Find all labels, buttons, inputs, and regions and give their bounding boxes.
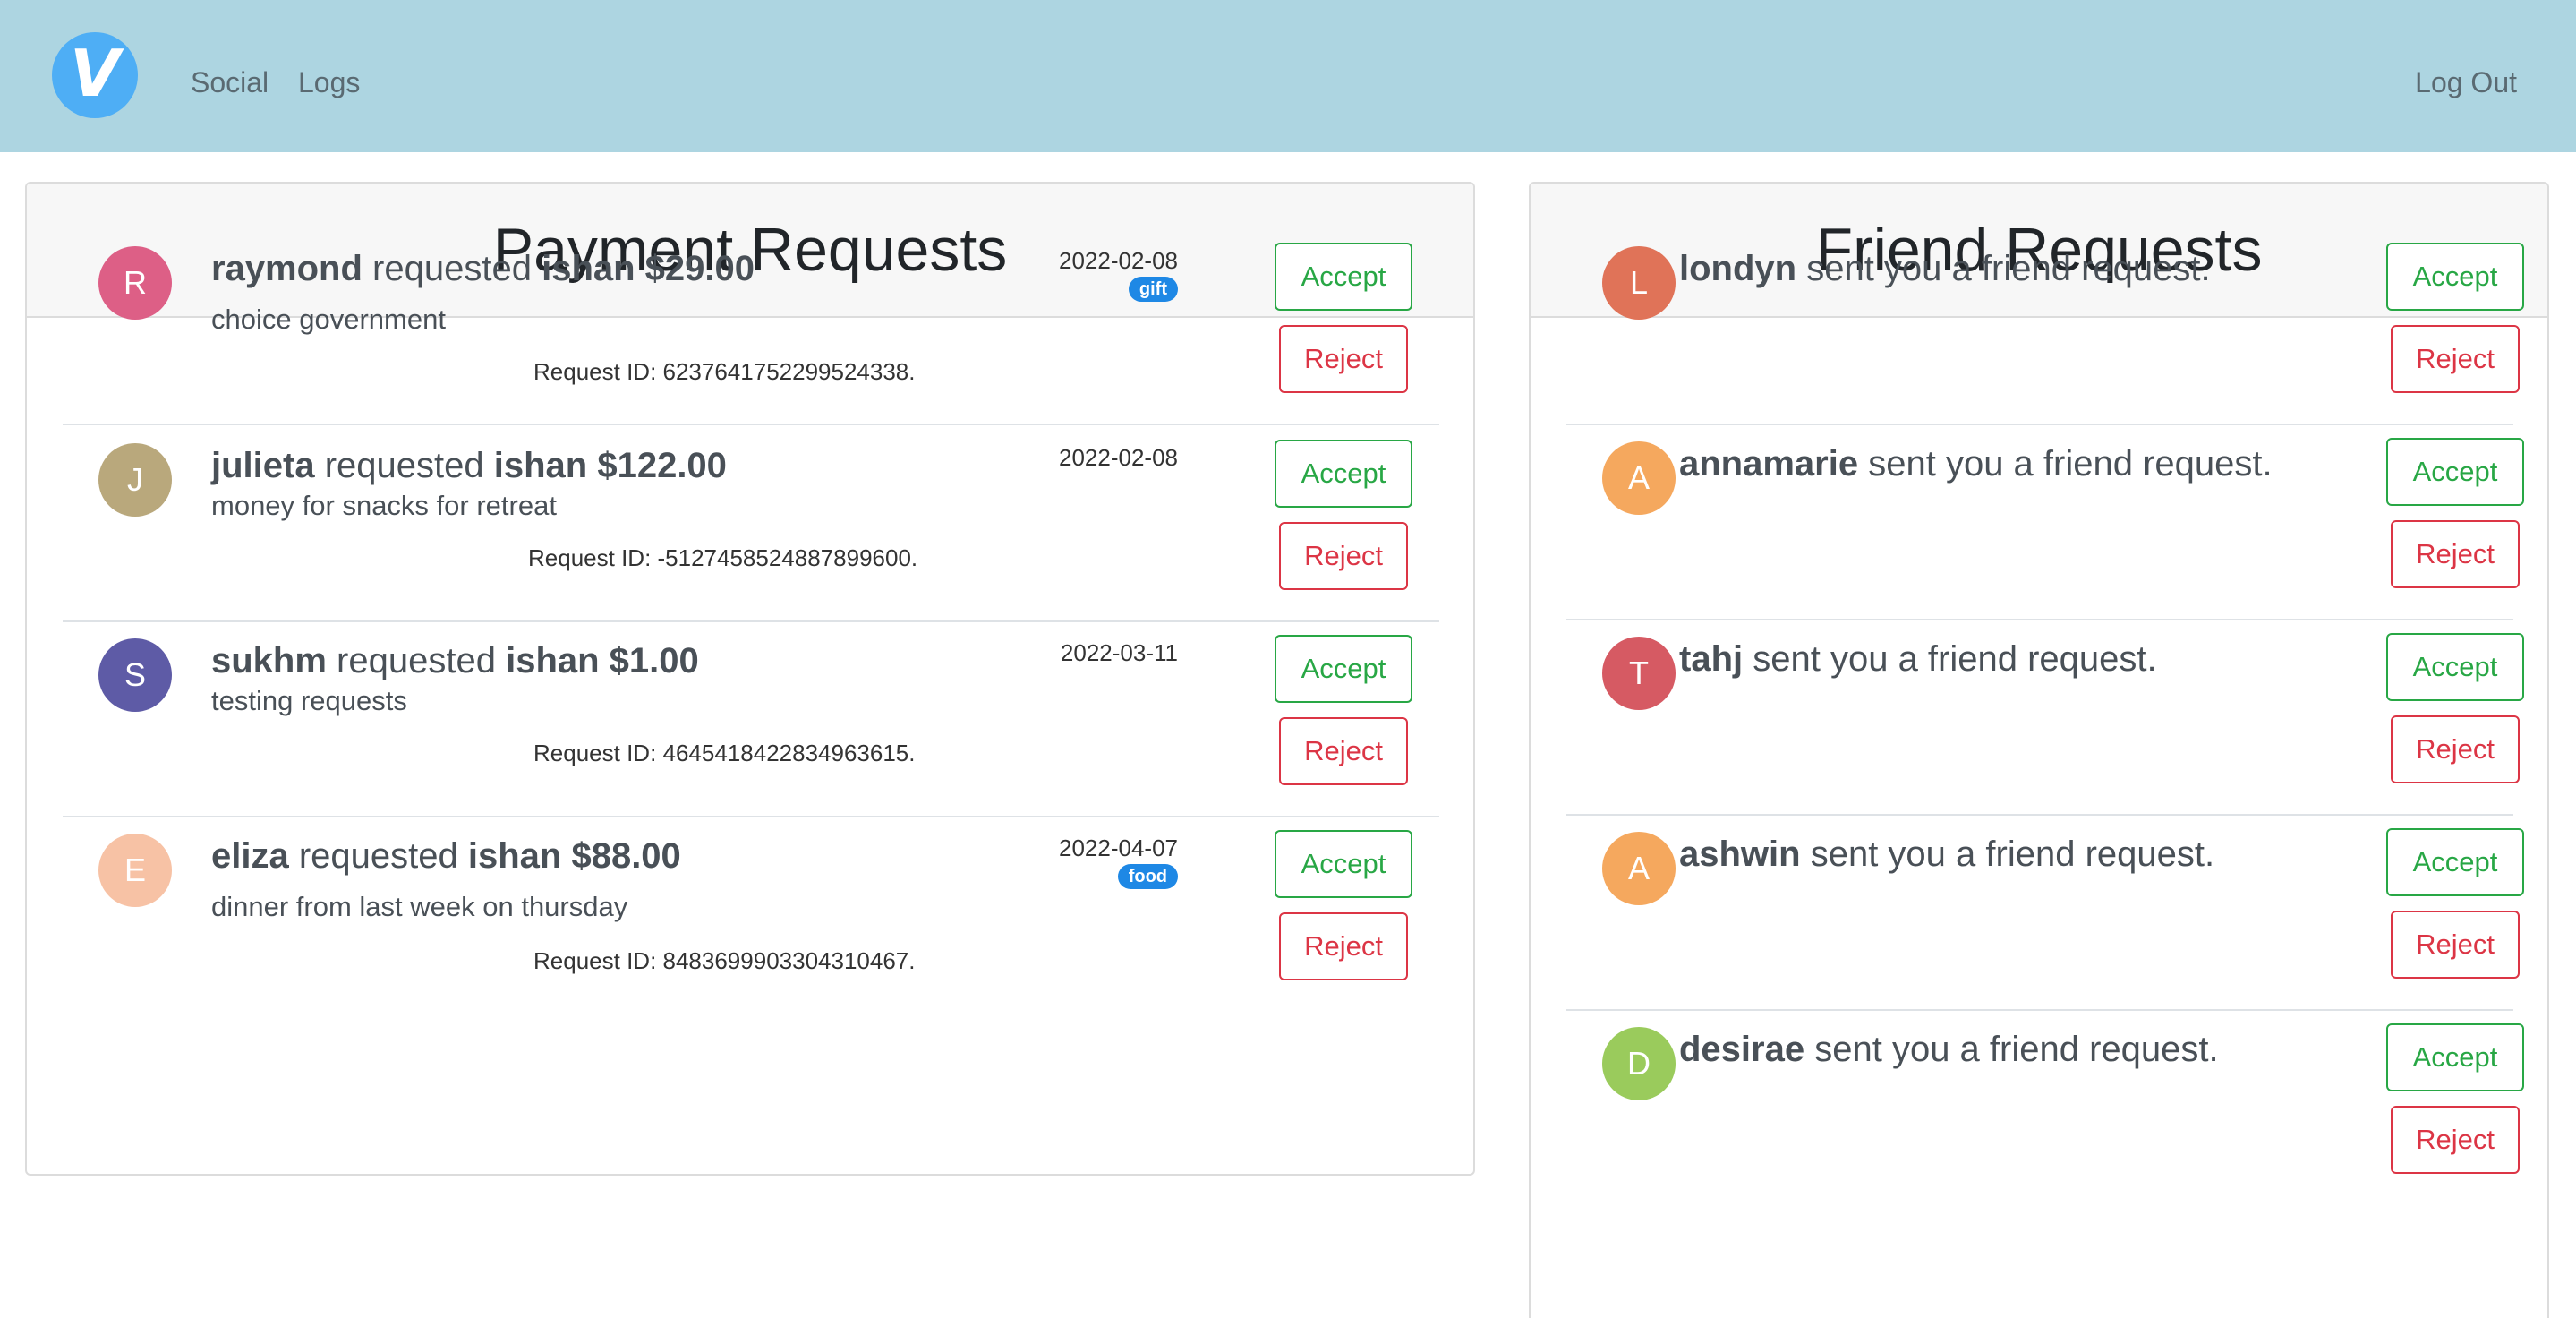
- payment-requests-card: Payment Requests Rraymond requested isha…: [25, 182, 1475, 1176]
- requester-name: eliza: [211, 836, 289, 876]
- reject-friend-button[interactable]: Reject: [2391, 1106, 2520, 1174]
- reject-payment-button[interactable]: Reject: [1279, 325, 1408, 393]
- avatar: T: [1602, 637, 1676, 710]
- payment-memo: dinner from last week on thursday: [211, 891, 628, 922]
- request-amount: $88.00: [561, 836, 681, 876]
- payment-memo: testing requests: [211, 685, 407, 716]
- accept-friend-button[interactable]: Accept: [2386, 438, 2524, 506]
- request-verb: requested: [288, 836, 468, 876]
- navbar: V Social Logs Log Out: [0, 0, 2576, 152]
- request-amount: $122.00: [587, 446, 727, 485]
- request-date: 2022-02-08: [1059, 247, 1178, 274]
- friend-request-suffix: sent you a friend request.: [1858, 444, 2273, 484]
- recipient-name: ishan: [542, 249, 635, 288]
- request-amount: $1.00: [599, 641, 699, 680]
- recipient-name: ishan: [493, 446, 588, 485]
- request-amount: $29.00: [635, 249, 755, 288]
- category-badge: food: [1117, 864, 1178, 889]
- avatar: S: [98, 638, 172, 712]
- request-id: Request ID: 4645418422834963615.: [533, 740, 916, 766]
- avatar: D: [1602, 1027, 1676, 1100]
- friend-request-row: Ttahj sent you a friend request. Accept Re…: [1566, 620, 2524, 816]
- reject-friend-button[interactable]: Reject: [2391, 911, 2520, 979]
- reject-friend-button[interactable]: Reject: [2391, 715, 2520, 783]
- friend-request-text: desirae sent you a friend request.: [1679, 1027, 2219, 1072]
- avatar: E: [98, 834, 172, 907]
- request-date: 2022-03-11: [1060, 639, 1178, 666]
- payment-request-row: Jjulieta requested ishan $122.00 money fo…: [63, 427, 1439, 622]
- payment-memo: choice government: [211, 304, 446, 335]
- accept-payment-button[interactable]: Accept: [1275, 243, 1412, 311]
- friend-request-text: annamarie sent you a friend request.: [1679, 441, 2273, 486]
- payment-headline: eliza requested ishan $88.00: [211, 834, 681, 878]
- friend-request-text: tahj sent you a friend request.: [1679, 637, 2157, 681]
- friend-request-row: Aashwin sent you a friend request. Accept…: [1566, 816, 2524, 1011]
- accept-friend-button[interactable]: Accept: [2386, 243, 2524, 311]
- reject-payment-button[interactable]: Reject: [1279, 717, 1408, 785]
- reject-friend-button[interactable]: Reject: [2391, 520, 2520, 588]
- friend-request-suffix: sent you a friend request.: [1804, 1030, 2219, 1069]
- friend-name: desirae: [1679, 1030, 1805, 1069]
- accept-friend-button[interactable]: Accept: [2386, 1023, 2524, 1091]
- friend-request-text: ashwin sent you a friend request.: [1679, 832, 2214, 877]
- request-verb: requested: [326, 641, 507, 680]
- friend-name: tahj: [1679, 639, 1744, 679]
- request-verb: requested: [362, 249, 542, 288]
- payment-request-row: Ssukhm requested ishan $1.00 testing requ…: [63, 622, 1439, 817]
- friend-request-text: londyn sent you a friend request.: [1679, 246, 2211, 291]
- friend-requests-card: Friend Requests Llondyn sent you a frien…: [1529, 182, 2549, 1318]
- accept-friend-button[interactable]: Accept: [2386, 828, 2524, 896]
- logo-icon[interactable]: V: [52, 32, 138, 118]
- recipient-name: ishan: [506, 641, 600, 680]
- payment-headline: sukhm requested ishan $1.00: [211, 638, 699, 683]
- request-id: Request ID: 8483699903304310467.: [533, 947, 916, 974]
- accept-payment-button[interactable]: Accept: [1275, 635, 1412, 703]
- avatar: A: [1602, 441, 1676, 515]
- payment-headline: raymond requested ishan $29.00: [211, 246, 755, 291]
- requester-name: raymond: [211, 249, 363, 288]
- logout-link[interactable]: Log Out: [2415, 64, 2517, 100]
- friend-request-row: Llondyn sent you a friend request. Accept…: [1566, 230, 2524, 425]
- friend-request-row: Aannamarie sent you a friend request. Acc…: [1566, 425, 2524, 620]
- request-verb: requested: [314, 446, 494, 485]
- request-id: Request ID: -5127458524887899600.: [528, 544, 918, 571]
- accept-payment-button[interactable]: Accept: [1275, 830, 1412, 898]
- avatar: A: [1602, 832, 1676, 905]
- friend-request-row: Ddesirae sent you a friend request. Accep…: [1566, 1011, 2524, 1206]
- avatar: J: [98, 443, 172, 517]
- payment-request-row: Eeliza requested ishan $88.00 dinner from…: [63, 817, 1439, 1013]
- avatar: L: [1602, 246, 1676, 320]
- logo-letter: V: [70, 36, 120, 111]
- payment-memo: money for snacks for retreat: [211, 490, 557, 521]
- accept-payment-button[interactable]: Accept: [1275, 440, 1412, 508]
- reject-payment-button[interactable]: Reject: [1279, 912, 1408, 980]
- reject-friend-button[interactable]: Reject: [2391, 325, 2520, 393]
- friend-name: annamarie: [1679, 444, 1859, 484]
- payment-headline: julieta requested ishan $122.00: [211, 443, 727, 488]
- friend-request-suffix: sent you a friend request.: [1800, 834, 2215, 874]
- nav-link-social[interactable]: Social: [191, 64, 269, 100]
- payment-request-row: Rraymond requested ishan $29.00 choice go…: [63, 230, 1439, 425]
- request-date: 2022-04-07: [1059, 834, 1178, 861]
- requester-name: sukhm: [211, 641, 327, 680]
- avatar: R: [98, 246, 172, 320]
- friend-request-suffix: sent you a friend request.: [1796, 249, 2211, 288]
- friend-name: ashwin: [1679, 834, 1801, 874]
- recipient-name: ishan: [467, 836, 562, 876]
- category-badge: gift: [1128, 277, 1178, 302]
- request-date: 2022-02-08: [1059, 444, 1178, 471]
- requester-name: julieta: [211, 446, 315, 485]
- reject-payment-button[interactable]: Reject: [1279, 522, 1408, 590]
- friend-name: londyn: [1679, 249, 1797, 288]
- nav-link-logs[interactable]: Logs: [298, 64, 360, 100]
- friend-request-suffix: sent you a friend request.: [1743, 639, 2157, 679]
- request-id: Request ID: 6237641752299524338.: [533, 358, 916, 385]
- accept-friend-button[interactable]: Accept: [2386, 633, 2524, 701]
